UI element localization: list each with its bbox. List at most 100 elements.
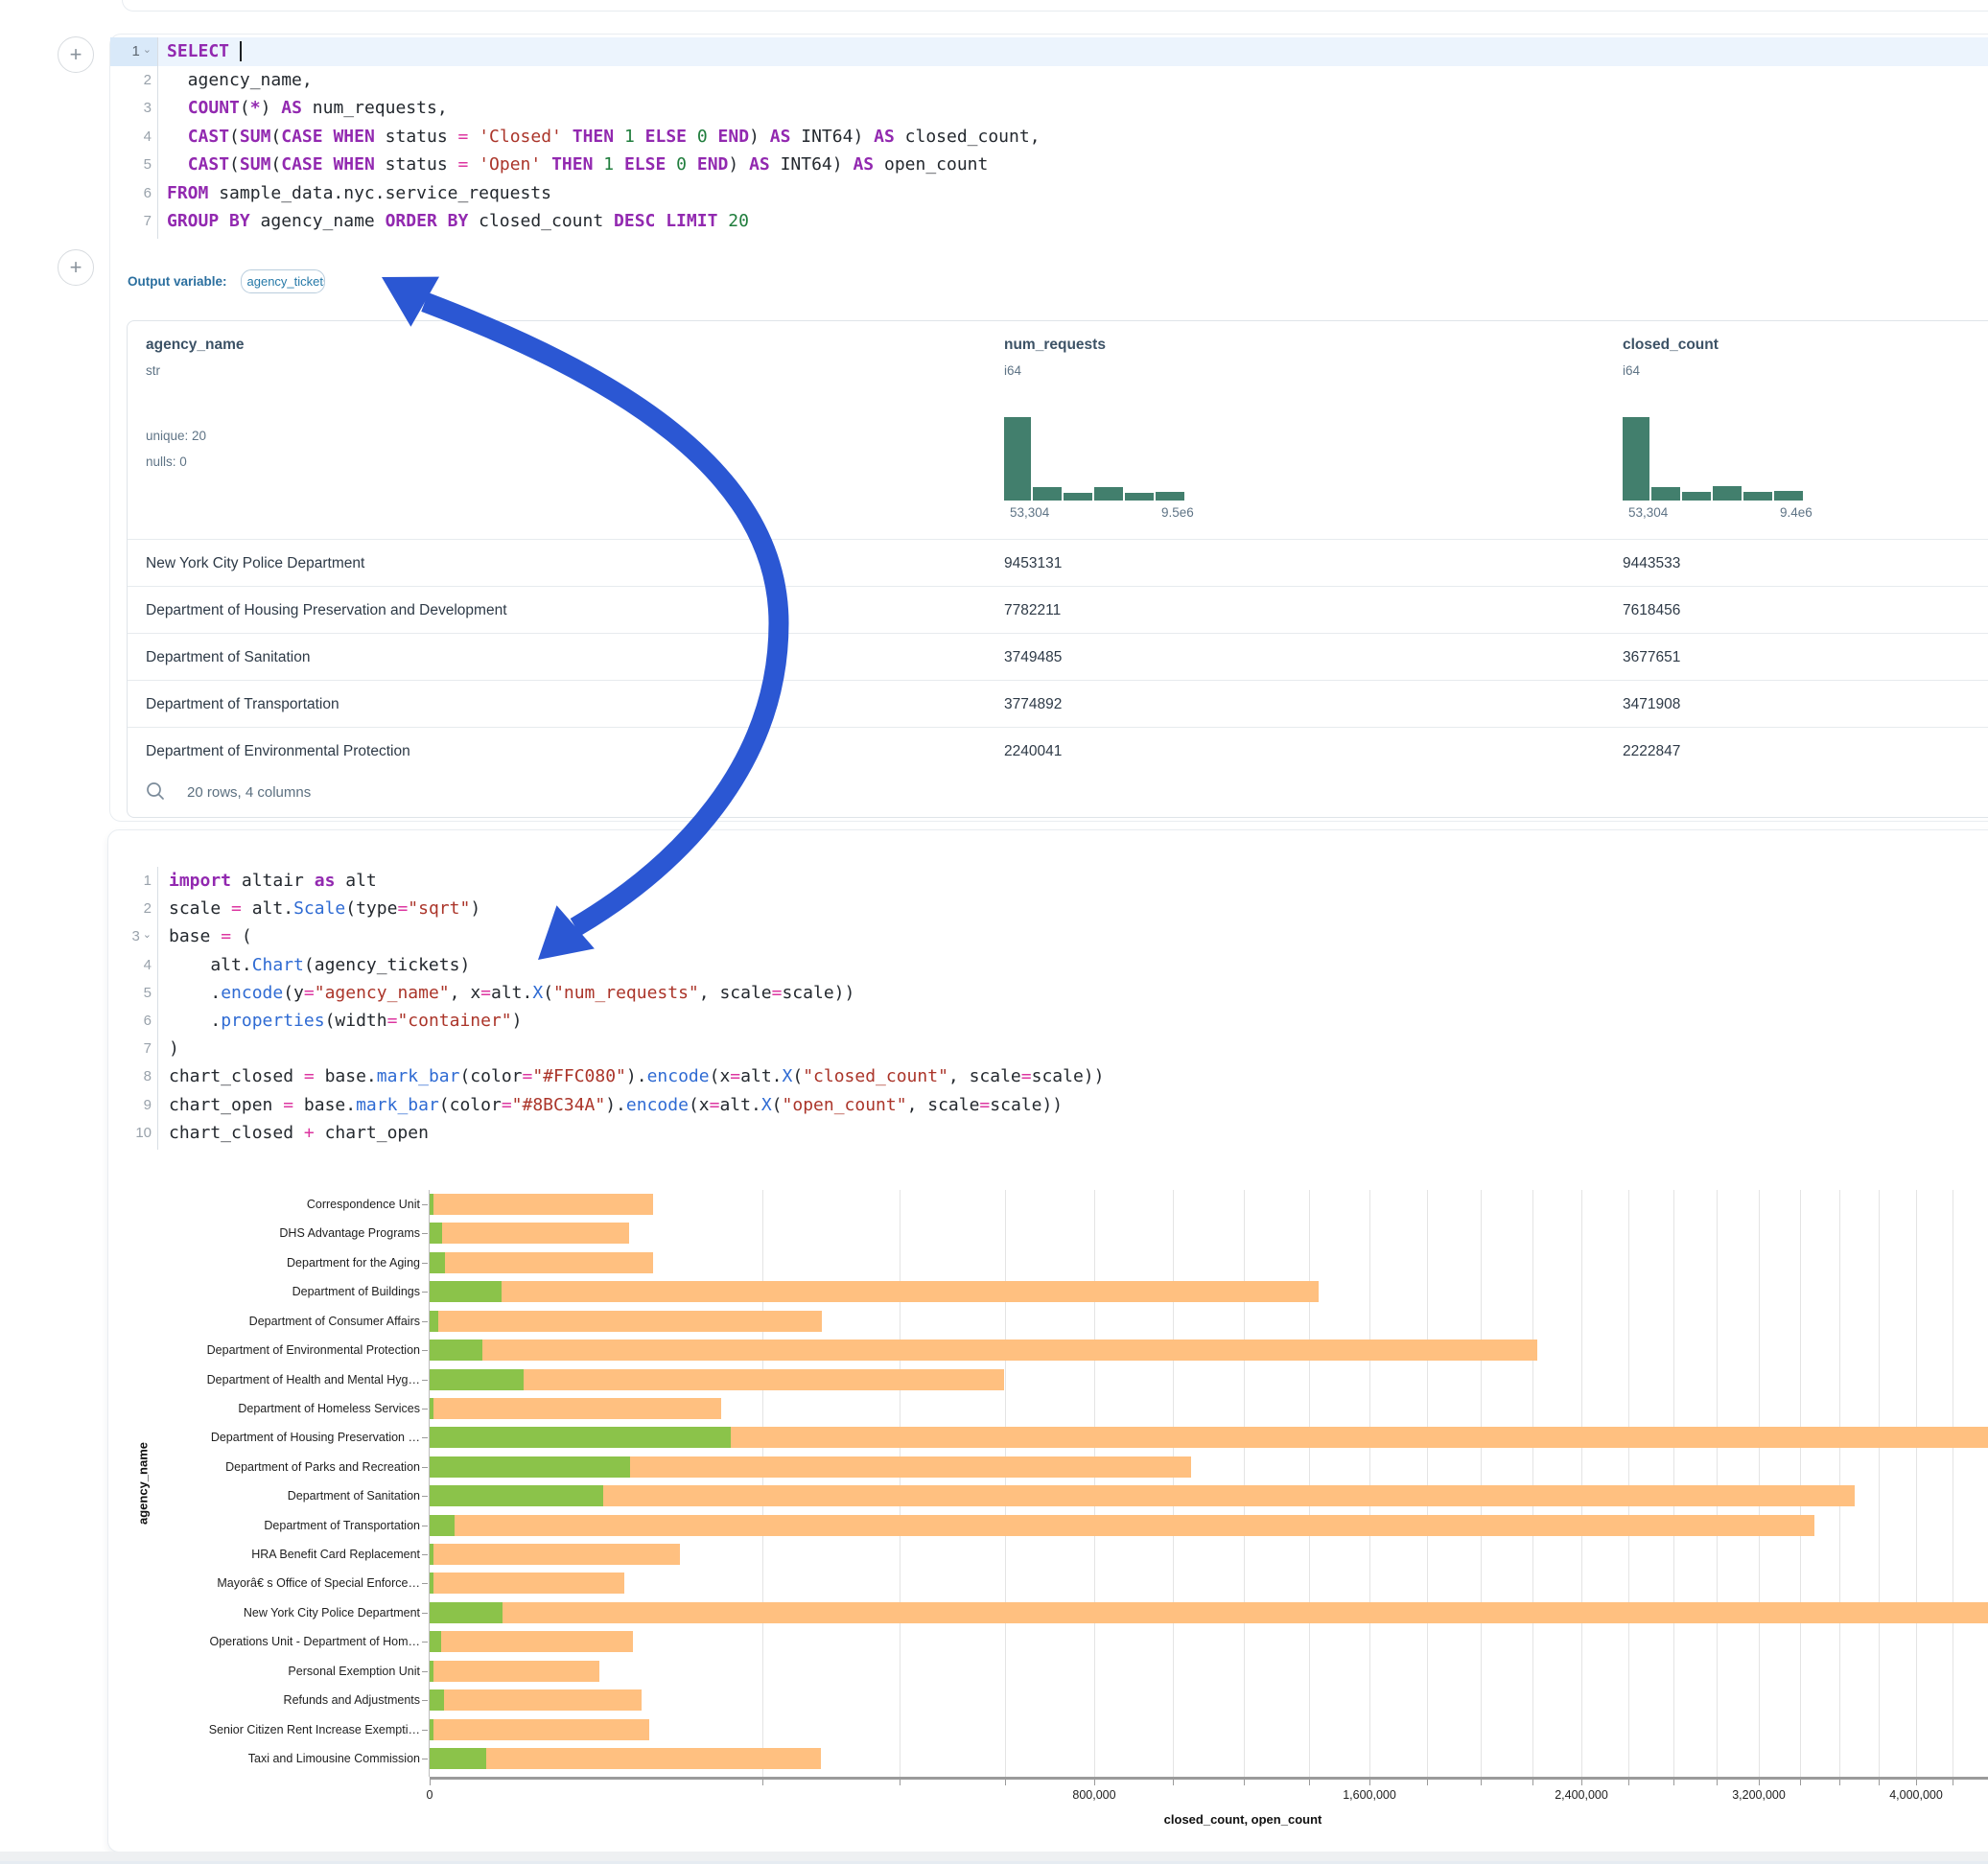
histogram-max-label: 9.5e6 xyxy=(1161,505,1194,520)
gridline xyxy=(1628,1190,1629,1777)
table-cell: Department of Housing Preservation and D… xyxy=(146,587,507,634)
code-line[interactable]: 7) xyxy=(108,1035,1988,1062)
code-token: LIMIT xyxy=(666,211,717,231)
gridline xyxy=(1309,1190,1310,1777)
x-axis-tick xyxy=(1879,1780,1880,1785)
y-axis-label: Department of Homeless Services xyxy=(238,1401,420,1416)
code-line[interactable]: 5 CAST(SUM(CASE WHEN status = 'Open' THE… xyxy=(110,151,1988,179)
code-token: 'Closed' xyxy=(479,127,562,147)
code-line[interactable]: 6FROM sample_data.nyc.service_requests xyxy=(110,179,1988,208)
line-number: 9 xyxy=(108,1091,152,1119)
code-token: (color xyxy=(439,1095,502,1115)
column-header[interactable]: num_requestsi6453,3049.5e6 xyxy=(1004,321,1253,539)
table-cell: 3471908 xyxy=(1623,681,1680,728)
code-token: mark_bar xyxy=(377,1066,460,1086)
code-token: = xyxy=(710,1095,720,1115)
fold-chevron-icon[interactable]: ⌄ xyxy=(143,43,152,56)
output-variable-badge[interactable]: agency_tickets xyxy=(241,269,325,293)
code-token: chart_open xyxy=(315,1123,429,1143)
code-token xyxy=(468,127,479,147)
code-line[interactable]: 1⌄SELECT xyxy=(110,37,1988,66)
y-axis-label: Department of Consumer Affairs xyxy=(249,1314,420,1329)
code-line[interactable]: 6 .properties(width="container") xyxy=(108,1007,1988,1035)
code-token: 1 xyxy=(603,154,614,175)
x-axis-tick xyxy=(430,1780,431,1785)
code-token: (width xyxy=(325,1011,387,1031)
code-text: COUNT(*) AS num_requests, xyxy=(167,94,448,123)
code-token: X xyxy=(761,1095,772,1115)
histogram-min-label: 53,304 xyxy=(1010,505,1049,520)
y-axis-label: Department of Sanitation xyxy=(288,1488,420,1503)
code-line[interactable]: 9chart_open = base.mark_bar(color="#8BC3… xyxy=(108,1091,1988,1119)
code-token: "agency_name" xyxy=(315,983,450,1003)
x-axis-tick xyxy=(1581,1780,1582,1785)
line-number: 1⌄ xyxy=(110,37,152,66)
code-token: = xyxy=(304,1066,315,1086)
code-line[interactable]: 10chart_closed + chart_open xyxy=(108,1119,1988,1147)
python-code-editor[interactable]: 1import altair as alt2scale = alt.Scale(… xyxy=(108,867,1988,1150)
y-axis-label: HRA Benefit Card Replacement xyxy=(251,1547,420,1562)
x-axis-tick xyxy=(1244,1780,1245,1785)
code-line[interactable]: 2 agency_name, xyxy=(110,66,1988,95)
result-table-card: agency_namestrunique: 20nulls: 0num_requ… xyxy=(127,320,1988,818)
code-token: = xyxy=(523,1066,533,1086)
gridline xyxy=(1532,1190,1533,1777)
table-row[interactable]: Department of Housing Preservation and D… xyxy=(128,586,1988,634)
fold-chevron-icon[interactable]: ⌄ xyxy=(143,928,152,941)
code-text: chart_closed = base.mark_bar(color="#FFC… xyxy=(169,1062,1104,1090)
column-header[interactable]: agency_namestrunique: 20nulls: 0 xyxy=(146,321,395,539)
code-line[interactable]: 2scale = alt.Scale(type="sqrt") xyxy=(108,895,1988,922)
code-token: = xyxy=(772,983,783,1003)
y-axis-label: Department of Transportation xyxy=(264,1518,420,1533)
table-cell: Department of Sanitation xyxy=(146,634,310,681)
table-row[interactable]: Department of Sanitation37494853677651 xyxy=(128,633,1988,681)
code-token: CAST xyxy=(188,127,229,147)
code-token: chart_closed xyxy=(169,1066,304,1086)
code-line[interactable]: 3 COUNT(*) AS num_requests, xyxy=(110,94,1988,123)
code-token: scale)) xyxy=(782,983,854,1003)
open-count-bar xyxy=(430,1398,433,1419)
gridline xyxy=(1427,1190,1428,1777)
code-token: "#FFC080" xyxy=(532,1066,626,1086)
table-row[interactable]: New York City Police Department945313194… xyxy=(128,539,1988,587)
y-axis-label: Correspondence Unit xyxy=(307,1197,420,1212)
column-type: i64 xyxy=(1004,363,1021,378)
y-axis-label: Taxi and Limousine Commission xyxy=(248,1751,420,1766)
code-line[interactable]: 4 CAST(SUM(CASE WHEN status = 'Closed' T… xyxy=(110,123,1988,151)
y-axis-label: Department for the Aging xyxy=(287,1255,420,1270)
code-line[interactable]: 8chart_closed = base.mark_bar(color="#FF… xyxy=(108,1062,1988,1090)
y-axis-tick xyxy=(422,1554,428,1555)
search-icon[interactable] xyxy=(145,781,166,802)
closed-count-bar xyxy=(430,1631,633,1652)
add-cell-button-top[interactable]: + xyxy=(58,36,94,73)
code-token xyxy=(167,98,188,118)
code-line[interactable]: 7GROUP BY agency_name ORDER BY closed_co… xyxy=(110,207,1988,236)
column-header[interactable]: closed_counti6453,3049.4e6 xyxy=(1623,321,1872,539)
sql-code-editor[interactable]: 1⌄SELECT 2 agency_name,3 COUNT(*) AS num… xyxy=(110,37,1988,239)
code-line[interactable]: 1import altair as alt xyxy=(108,867,1988,895)
code-token xyxy=(635,127,645,147)
x-axis-tick-label: 4,000,000 xyxy=(1889,1788,1943,1802)
open-count-bar xyxy=(430,1515,455,1536)
code-token: INT64) xyxy=(770,154,854,175)
code-token xyxy=(614,127,624,147)
chart-x-axis-line xyxy=(430,1777,1988,1780)
y-axis-label: Personal Exemption Unit xyxy=(288,1664,420,1679)
code-line[interactable]: 4 alt.Chart(agency_tickets) xyxy=(108,951,1988,979)
add-cell-button-output[interactable]: + xyxy=(58,249,94,286)
line-number: 4 xyxy=(110,123,152,151)
code-token: = xyxy=(397,898,408,919)
table-row[interactable]: Department of Transportation377489234719… xyxy=(128,680,1988,728)
code-token: X xyxy=(783,1066,793,1086)
open-count-bar xyxy=(430,1194,433,1215)
code-token xyxy=(468,154,479,175)
code-line[interactable]: 5 .encode(y="agency_name", x=alt.X("num_… xyxy=(108,979,1988,1007)
y-axis-tick xyxy=(422,1613,428,1614)
code-token xyxy=(593,154,603,175)
y-axis-tick xyxy=(422,1671,428,1672)
line-number: 1 xyxy=(108,867,152,895)
code-token: (x xyxy=(689,1095,710,1115)
closed-count-bar xyxy=(430,1544,680,1565)
code-line[interactable]: 3⌄base = ( xyxy=(108,922,1988,950)
bar-chart: agency_name Correspondence UnitDHS Advan… xyxy=(108,1156,1988,1818)
